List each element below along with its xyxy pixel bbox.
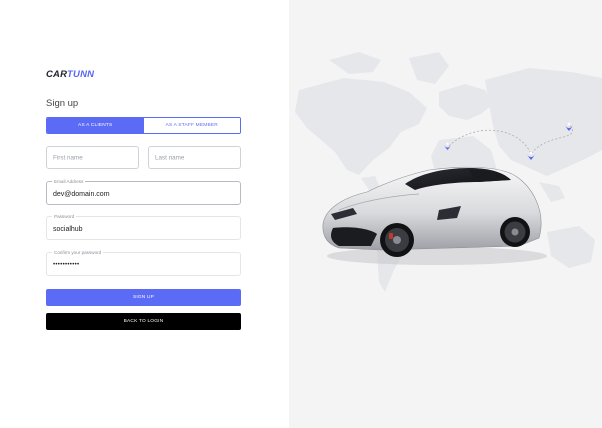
confirm-password-label: Confirm your password: [52, 249, 104, 256]
hero-panel: [289, 0, 602, 428]
brand-logo: CARTUNN: [46, 69, 94, 80]
first-name-placeholder: First name: [53, 154, 83, 161]
last-name-placeholder: Last name: [155, 154, 185, 161]
first-name-field[interactable]: First name: [46, 146, 139, 169]
last-name-field[interactable]: Last name: [148, 146, 241, 169]
sign-up-button[interactable]: SIGN UP: [46, 289, 241, 306]
email-label: Email Address: [52, 178, 86, 185]
confirm-password-field[interactable]: Confirm your password •••••••••••: [46, 249, 241, 276]
role-option-staff[interactable]: AS A STAFF MEMBER: [143, 118, 240, 133]
password-label: Password: [52, 213, 77, 220]
password-value: socialhub: [53, 225, 83, 233]
password-field[interactable]: Password socialhub: [46, 213, 241, 240]
confirm-password-value: •••••••••••: [53, 262, 80, 269]
back-to-login-button[interactable]: BACK TO LOGIN: [46, 313, 241, 330]
page-title: Sign up: [46, 98, 79, 109]
email-value: dev@domain.com: [53, 190, 110, 198]
sports-car-image: [322, 166, 547, 265]
brand-logo-part1: CAR: [46, 69, 68, 80]
brand-logo-part2: TUNN: [67, 69, 95, 80]
signup-panel: CARTUNN Sign up AS A CLIENTS AS A STAFF …: [0, 0, 289, 428]
email-field[interactable]: Email Address dev@domain.com: [46, 178, 241, 205]
role-toggle: AS A CLIENTS AS A STAFF MEMBER: [46, 117, 241, 134]
role-option-client[interactable]: AS A CLIENTS: [47, 118, 144, 133]
